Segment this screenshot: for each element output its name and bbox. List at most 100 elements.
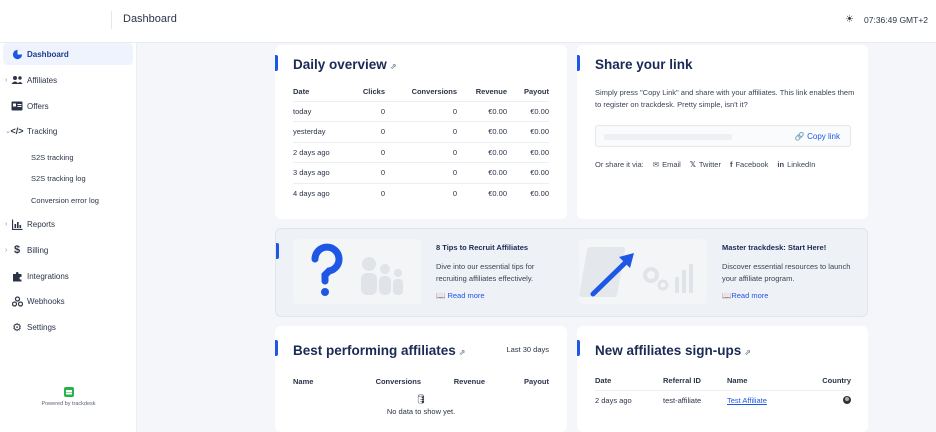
sidebar-item-dashboard[interactable]: Dashboard	[3, 43, 133, 65]
sidebar-item-label: Settings	[27, 322, 56, 332]
share-twitter-button[interactable]: 𝕏 Twitter	[690, 160, 721, 169]
sidebar-item-label: Dashboard	[27, 49, 69, 59]
tips-banner: 8 Tips to Recruit Affiliates Dive into o…	[275, 228, 868, 317]
x-twitter-icon: 𝕏	[689, 160, 696, 169]
sidebar-item-settings[interactable]: ⚙ Settings	[3, 316, 133, 338]
table-cell: 0	[385, 141, 457, 163]
best-affiliates-table: Name Conversions Revenue Payout	[293, 372, 549, 390]
column-header: Revenue	[475, 87, 507, 97]
table-cell	[809, 389, 851, 411]
table-cell: €0.00	[457, 100, 507, 122]
sidebar-subitem-s2s-tracking[interactable]: S2S tracking	[31, 153, 74, 162]
topbar-divider	[111, 11, 112, 29]
best-affiliates-title[interactable]: Best performing affiliates ⇗	[293, 343, 466, 358]
sidebar-item-reports[interactable]: › Reports	[3, 213, 133, 235]
new-signups-card: New affiliates sign-ups ⇗ Date Referral I…	[577, 326, 868, 432]
powered-by: Powered by trackdesk	[0, 387, 137, 407]
share-facebook-button[interactable]: f Facebook	[730, 160, 768, 169]
share-description: Simply press "Copy Link" and share with …	[595, 88, 855, 109]
tip-description: Dive into our essential tips for recruit…	[436, 262, 535, 283]
database-icon: 🛢	[415, 394, 427, 404]
card-accent	[577, 55, 580, 71]
linkedin-icon: in	[777, 160, 785, 169]
table-cell: €0.00	[507, 141, 549, 163]
column-header: Revenue	[453, 376, 485, 386]
empty-state: 🛢 No data to show yet.	[275, 394, 567, 416]
top-bar: Dashboard ☀ 07:36:49 GMT+2	[0, 0, 936, 43]
card-accent	[276, 243, 279, 259]
daily-overview-table: Date Clicks Conversions Revenue Payout t…	[293, 83, 549, 204]
tip-title: 8 Tips to Recruit Affiliates	[436, 243, 529, 252]
tip-illustration-master	[579, 239, 707, 304]
sidebar-item-label: Reports	[27, 219, 56, 229]
read-more-link[interactable]: 📖Read more	[722, 291, 768, 300]
table-cell: 2 days ago	[595, 389, 663, 411]
chevron-right-icon: ›	[5, 246, 8, 254]
table-row: today 0 0 €0.00 €0.00	[293, 100, 549, 122]
sidebar-item-offers[interactable]: Offers	[3, 95, 133, 117]
table-row: 2 days ago test-affiliate Test Affiliate	[595, 389, 851, 411]
sidebar-item-label: Integrations	[27, 271, 69, 281]
table-row: 2 days ago 0 0 €0.00 €0.00	[293, 141, 549, 163]
card-accent	[275, 55, 278, 71]
external-link-icon[interactable]: ⇗	[744, 348, 751, 357]
table-cell: 0	[385, 162, 457, 183]
table-cell: 3 days ago	[293, 162, 351, 183]
column-header: Date	[293, 87, 310, 97]
book-icon: 📖	[436, 291, 446, 300]
sidebar-item-webhooks[interactable]: Webhooks	[3, 290, 133, 312]
column-header: Conversions	[411, 87, 457, 97]
empty-text: No data to show yet.	[386, 407, 456, 416]
share-via-row: Or share it via: ✉ Email 𝕏 Twitter f Facebo…	[595, 160, 815, 169]
table-cell: Test Affiliate	[727, 389, 809, 411]
page-title: Dashboard	[123, 13, 177, 25]
users-icon	[11, 74, 23, 86]
mail-icon: ✉	[652, 160, 660, 169]
share-link-title: Share your link	[595, 57, 693, 72]
sidebar-item-affiliates[interactable]: › Affiliates	[3, 69, 133, 91]
column-header: Clicks	[362, 87, 385, 97]
book-icon: 📖	[722, 291, 732, 300]
sidebar: Dashboard › Affiliates Offers ⌄ </> Trac…	[0, 43, 137, 432]
link-placeholder	[604, 134, 732, 140]
facebook-icon: f	[729, 160, 733, 169]
dollar-icon: $	[13, 244, 21, 256]
share-via-label: Or share it via:	[595, 160, 644, 169]
sidebar-item-integrations[interactable]: Integrations	[3, 265, 133, 287]
chevron-right-icon: ›	[5, 76, 8, 84]
main-content: Daily overview ⇗ Date Clicks Conversions …	[137, 43, 936, 432]
code-icon: </>	[10, 126, 24, 136]
share-linkedin-button[interactable]: in LinkedIn	[777, 160, 815, 169]
sidebar-item-billing[interactable]: › $ Billing	[3, 239, 133, 261]
table-header-row: Date Clicks Conversions Revenue Payout	[293, 83, 549, 101]
copy-link-button[interactable]: 🔗 Copy link	[795, 132, 840, 141]
column-header: Conversions	[375, 376, 421, 386]
sidebar-subitem-s2s-tracking-log[interactable]: S2S tracking log	[31, 174, 86, 183]
read-more-link[interactable]: 📖 Read more	[436, 291, 485, 300]
chart-icon	[11, 218, 23, 230]
gear-icon: ⚙	[12, 321, 22, 334]
new-signups-table: Date Referral ID Name Country 2 days ago…	[595, 372, 851, 411]
share-link-field[interactable]: 🔗 Copy link	[595, 125, 851, 147]
share-email-button[interactable]: ✉ Email	[653, 160, 681, 169]
sidebar-item-tracking[interactable]: ⌄ </> Tracking	[3, 120, 133, 142]
sun-icon[interactable]: ☀	[844, 14, 855, 25]
table-cell: €0.00	[507, 182, 549, 204]
table-cell: €0.00	[507, 121, 549, 142]
new-signups-title[interactable]: New affiliates sign-ups ⇗	[595, 343, 751, 358]
table-cell: €0.00	[457, 162, 507, 183]
sidebar-item-label: Webhooks	[27, 296, 65, 306]
external-link-icon[interactable]: ⇗	[390, 62, 397, 71]
external-link-icon[interactable]: ⇗	[459, 348, 466, 357]
sidebar-subitem-conversion-error-log[interactable]: Conversion error log	[31, 196, 99, 205]
puzzle-icon	[11, 270, 23, 282]
offers-icon	[11, 100, 23, 112]
affiliate-name-link[interactable]: Test Affiliate	[727, 396, 767, 405]
daily-overview-title[interactable]: Daily overview ⇗	[293, 57, 397, 72]
tip-description: Discover essential resources to launch y…	[722, 262, 851, 283]
column-header: Referral ID	[663, 376, 701, 386]
column-header: Name	[727, 376, 748, 386]
table-cell: 0	[385, 182, 457, 204]
share-link-card: Share your link Simply press "Copy Link"…	[577, 45, 868, 219]
table-cell: €0.00	[507, 100, 549, 122]
